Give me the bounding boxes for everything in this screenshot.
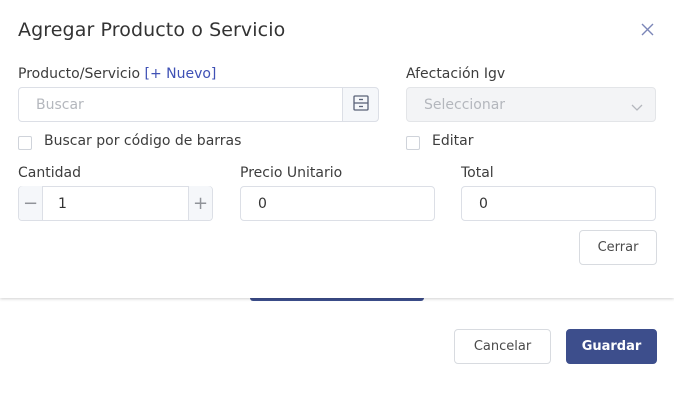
new-product-link[interactable]: [+ Nuevo]: [144, 66, 216, 82]
add-product-dialog: Agregar Producto o Servicio Producto/Ser…: [0, 0, 674, 298]
total-label: Total: [461, 165, 494, 181]
product-search-button[interactable]: [342, 87, 379, 122]
close-button[interactable]: Cerrar: [579, 230, 657, 265]
close-icon[interactable]: [640, 22, 655, 37]
product-label: Producto/Servicio [+ Nuevo]: [18, 66, 216, 82]
quantity-label: Cantidad: [18, 165, 81, 181]
product-search-input[interactable]: Buscar: [18, 87, 343, 122]
barcode-checkbox[interactable]: [18, 136, 32, 150]
igv-label: Afectación Igv: [406, 66, 506, 82]
chevron-down-icon: [631, 100, 643, 116]
product-label-text: Producto/Servicio: [18, 66, 141, 82]
unit-price-value: 0: [258, 195, 267, 212]
barcode-checkbox-label: Buscar por código de barras: [44, 133, 242, 149]
quantity-stepper[interactable]: 1: [18, 186, 213, 221]
cabinet-icon: [352, 94, 370, 116]
quantity-value: 1: [58, 195, 67, 212]
increment-button[interactable]: +: [188, 186, 212, 220]
edit-checkbox[interactable]: [406, 136, 420, 150]
total-input[interactable]: 0: [461, 186, 656, 221]
dialog-title: Agregar Producto o Servicio: [18, 19, 286, 41]
save-button[interactable]: Guardar: [566, 329, 657, 364]
decrement-button[interactable]: −: [19, 186, 43, 220]
cancel-button[interactable]: Cancelar: [454, 329, 551, 364]
unit-price-input[interactable]: 0: [240, 186, 435, 221]
product-search-placeholder: Buscar: [36, 96, 84, 113]
igv-select[interactable]: Seleccionar: [406, 87, 656, 122]
edit-checkbox-label: Editar: [432, 133, 474, 149]
unit-price-label: Precio Unitario: [240, 165, 343, 181]
igv-select-placeholder: Seleccionar: [424, 96, 506, 113]
total-value: 0: [479, 195, 488, 212]
